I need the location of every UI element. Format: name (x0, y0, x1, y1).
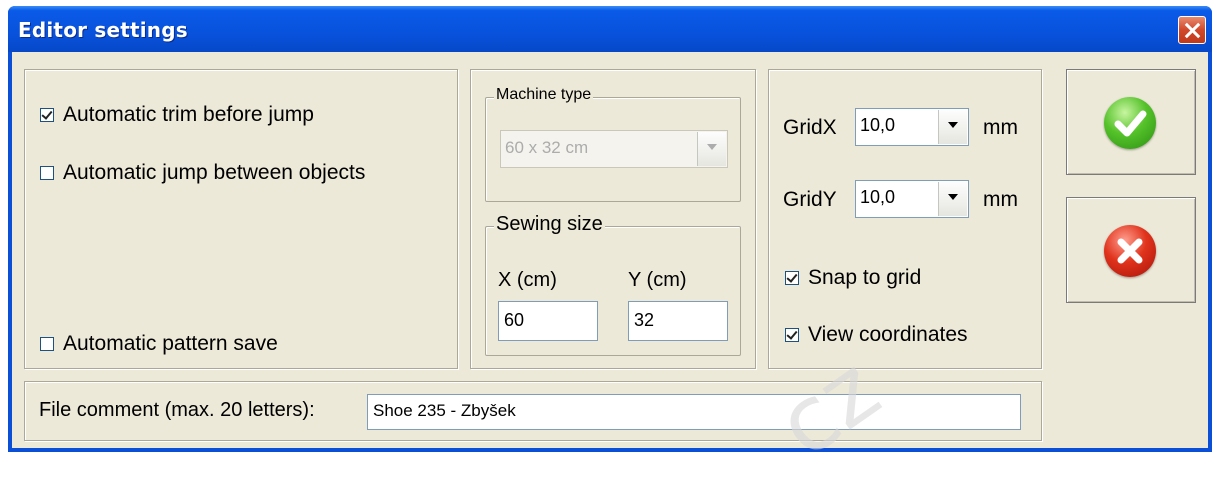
sewing-x-input[interactable]: 60 (498, 301, 598, 341)
cancel-button[interactable] (1066, 197, 1196, 303)
gridy-select[interactable]: 10,0 (855, 180, 969, 218)
machine-type-select[interactable]: 60 x 32 cm (500, 130, 728, 168)
title-bar[interactable]: Editor settings (8, 6, 1212, 52)
grid-panel: GridX 10,0 mm GridY 10,0 mm Snap to grid… (768, 69, 1042, 369)
sewing-y-input[interactable]: 32 (628, 301, 728, 341)
checkbox-box[interactable] (785, 328, 799, 342)
gridy-label: GridY (783, 188, 837, 211)
chevron-down-icon[interactable] (938, 182, 967, 216)
close-icon[interactable] (1178, 16, 1206, 44)
checkmark-icon (1104, 97, 1156, 149)
snap-to-grid-checkbox[interactable]: Snap to grid (785, 266, 921, 290)
view-coordinates-checkbox[interactable]: View coordinates (785, 323, 968, 347)
auto-trim-checkbox[interactable]: Automatic trim before jump (40, 103, 314, 127)
gridx-value: 10,0 (860, 115, 896, 135)
x-cm-label: X (cm) (498, 269, 557, 291)
sewing-size-legend: Sewing size (494, 213, 605, 236)
x-icon (1104, 225, 1156, 277)
machine-type-legend: Machine type (494, 86, 594, 104)
chevron-down-icon[interactable] (697, 132, 726, 166)
gridx-select[interactable]: 10,0 (855, 108, 969, 146)
auto-save-checkbox[interactable]: Automatic pattern save (40, 332, 278, 356)
auto-jump-checkbox[interactable]: Automatic jump between objects (40, 161, 365, 185)
editor-settings-dialog: Editor settings Automatic trim before ju… (8, 6, 1212, 452)
machine-panel: Machine type 60 x 32 cm Sewing size X (c… (470, 69, 756, 369)
machine-type-value: 60 x 32 cm (505, 138, 589, 157)
file-comment-panel: File comment (max. 20 letters): Shoe 235… (24, 381, 1042, 441)
auto-save-label: Automatic pattern save (63, 332, 278, 355)
gridy-unit: mm (983, 188, 1018, 211)
file-comment-input[interactable]: Shoe 235 - Zbyšek (367, 394, 1021, 430)
gridy-value: 10,0 (860, 187, 896, 207)
snap-to-grid-label: Snap to grid (808, 266, 922, 289)
view-coordinates-label: View coordinates (808, 323, 968, 346)
auto-jump-label: Automatic jump between objects (63, 161, 366, 184)
gridx-unit: mm (983, 116, 1018, 139)
window-title: Editor settings (18, 18, 188, 42)
gridx-label: GridX (783, 116, 837, 139)
ok-button[interactable] (1066, 69, 1196, 175)
checkbox-box[interactable] (785, 271, 799, 285)
chevron-down-icon[interactable] (938, 110, 967, 144)
checkbox-box[interactable] (40, 166, 54, 180)
auto-trim-label: Automatic trim before jump (63, 103, 314, 126)
options-panel: Automatic trim before jump Automatic jum… (24, 69, 458, 369)
checkbox-box[interactable] (40, 108, 54, 122)
sewing-size-group: Sewing size X (cm) Y (cm) 60 32 (485, 213, 741, 356)
checkbox-box[interactable] (40, 337, 54, 351)
machine-type-group: Machine type 60 x 32 cm (485, 86, 741, 202)
dialog-body: Automatic trim before jump Automatic jum… (12, 52, 1208, 448)
y-cm-label: Y (cm) (628, 269, 687, 291)
file-comment-label: File comment (max. 20 letters): (39, 399, 315, 421)
